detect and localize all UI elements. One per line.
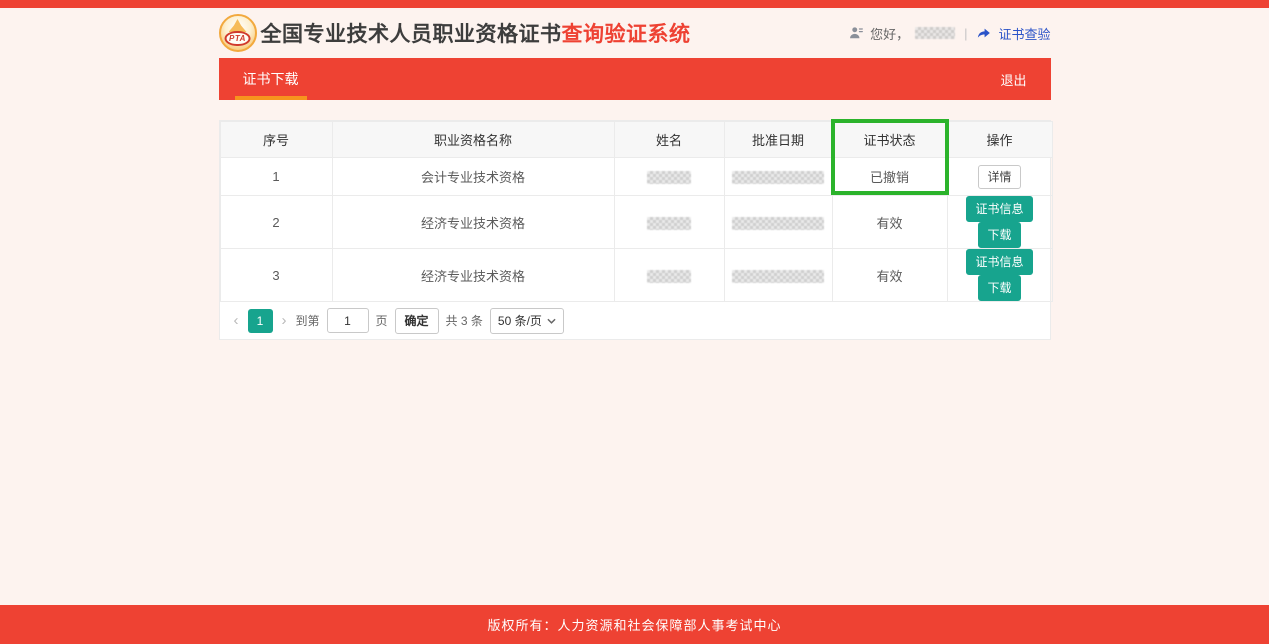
footer-bar: 版权所有：人力资源和社会保障部人事考试中心 [0,605,1269,644]
cell-status: 有效 [832,196,947,249]
brand: PTA 全国专业技术人员职业资格证书查询验证系统 [219,14,691,52]
column-header-4: 批准日期 [724,122,832,158]
prev-page-button[interactable]: ‹ [232,313,241,328]
column-header-1: 序号 [220,122,332,158]
cell-qualification: 经济专业技术资格 [332,249,614,302]
cell-name [614,158,724,196]
tab-certificate-download[interactable]: 证书下载 [235,58,307,100]
copyright-text: 版权所有：人力资源和社会保障部人事考试中心 [487,615,781,634]
logout-button[interactable]: 退出 [976,58,1050,100]
table-row: 2经济专业技术资格 有效证书信息下载 [220,196,1052,249]
redacted-date [732,171,824,184]
cell-approval-date [724,158,832,196]
page-size-select[interactable]: 50 条/页 [490,308,564,334]
current-page-button[interactable]: 1 [248,309,273,333]
column-header-2: 职业资格名称 [332,122,614,158]
redacted-date [732,217,824,230]
cell-status: 有效 [832,249,947,302]
goto-page-label: 到第 [296,312,320,329]
table-header-row: 序号职业资格名称姓名批准日期证书状态操作 [220,122,1052,158]
logo-pta-text: PTA [224,31,251,46]
cell-seq: 3 [220,249,332,302]
certificate-table-card: 序号职业资格名称姓名批准日期证书状态操作 1会计专业技术资格已撤销详情2经济专业… [219,120,1051,340]
cell-name [614,249,724,302]
greeting-text: 您好， [870,24,909,43]
page-title: 全国专业技术人员职业资格证书查询验证系统 [261,18,691,48]
certificate-table: 序号职业资格名称姓名批准日期证书状态操作 1会计专业技术资格 已撤销 详情 2经济专业… [220,121,1053,302]
redacted-date [732,270,824,283]
download-button[interactable]: 下载 [978,222,1020,248]
nav-bar: 证书下载 退出 [219,58,1051,100]
next-page-button[interactable]: › [280,313,289,328]
top-accent-bar [0,0,1269,8]
redacted-name [647,270,691,283]
pta-logo: PTA [219,14,257,52]
redacted-name [647,171,691,184]
cell-approval-date [724,249,832,302]
cell-seq: 1 [220,158,332,196]
divider: | [964,26,967,41]
certificate-verify-link[interactable]: 证书查验 [998,24,1050,43]
cell-qualification: 会计专业技术资格 [332,158,614,196]
page-header: PTA 全国专业技术人员职业资格证书查询验证系统 您好， | 证书查验 [219,8,1051,58]
page-number-input[interactable] [327,308,369,333]
column-header-3: 姓名 [614,122,724,158]
user-bar: 您好， | 证书查验 [849,24,1050,43]
cell-approval-date [724,196,832,249]
share-arrow-icon [976,26,992,40]
cell-qualification: 经济专业技术资格 [332,196,614,249]
cell-status: 已撤销 [832,158,947,196]
page-size-value: 50 条/页 [498,312,542,329]
download-button[interactable]: 下载 [978,275,1020,301]
table-row: 3经济专业技术资格 有效证书信息下载 [220,249,1052,302]
chevron-down-icon [547,318,556,324]
user-icon [849,26,864,40]
cell-seq: 2 [220,196,332,249]
user-name-redacted [915,27,955,39]
page-title-main: 全国专业技术人员职业资格证书 [261,23,562,46]
cell-actions: 证书信息下载 [947,196,1052,249]
cell-actions: 详情 [947,158,1052,196]
cert-info-button[interactable]: 证书信息 [966,249,1032,275]
page-unit-label: 页 [376,312,388,329]
column-header-5: 证书状态 [832,122,947,158]
page-title-accent: 查询验证系统 [562,23,691,46]
column-header-6: 操作 [947,122,1052,158]
total-count-label: 共 3 条 [446,312,483,329]
confirm-page-button[interactable]: 确定 [395,308,439,334]
cell-name [614,196,724,249]
cell-actions: 证书信息下载 [947,249,1052,302]
detail-button[interactable]: 详情 [978,165,1020,189]
cert-info-button[interactable]: 证书信息 [966,196,1032,222]
table-row: 1会计专业技术资格 已撤销 详情 [220,158,1052,196]
redacted-name [647,217,691,230]
pagination-bar: ‹ 1 › 到第 页 确定 共 3 条 50 条/页 [220,302,1050,339]
